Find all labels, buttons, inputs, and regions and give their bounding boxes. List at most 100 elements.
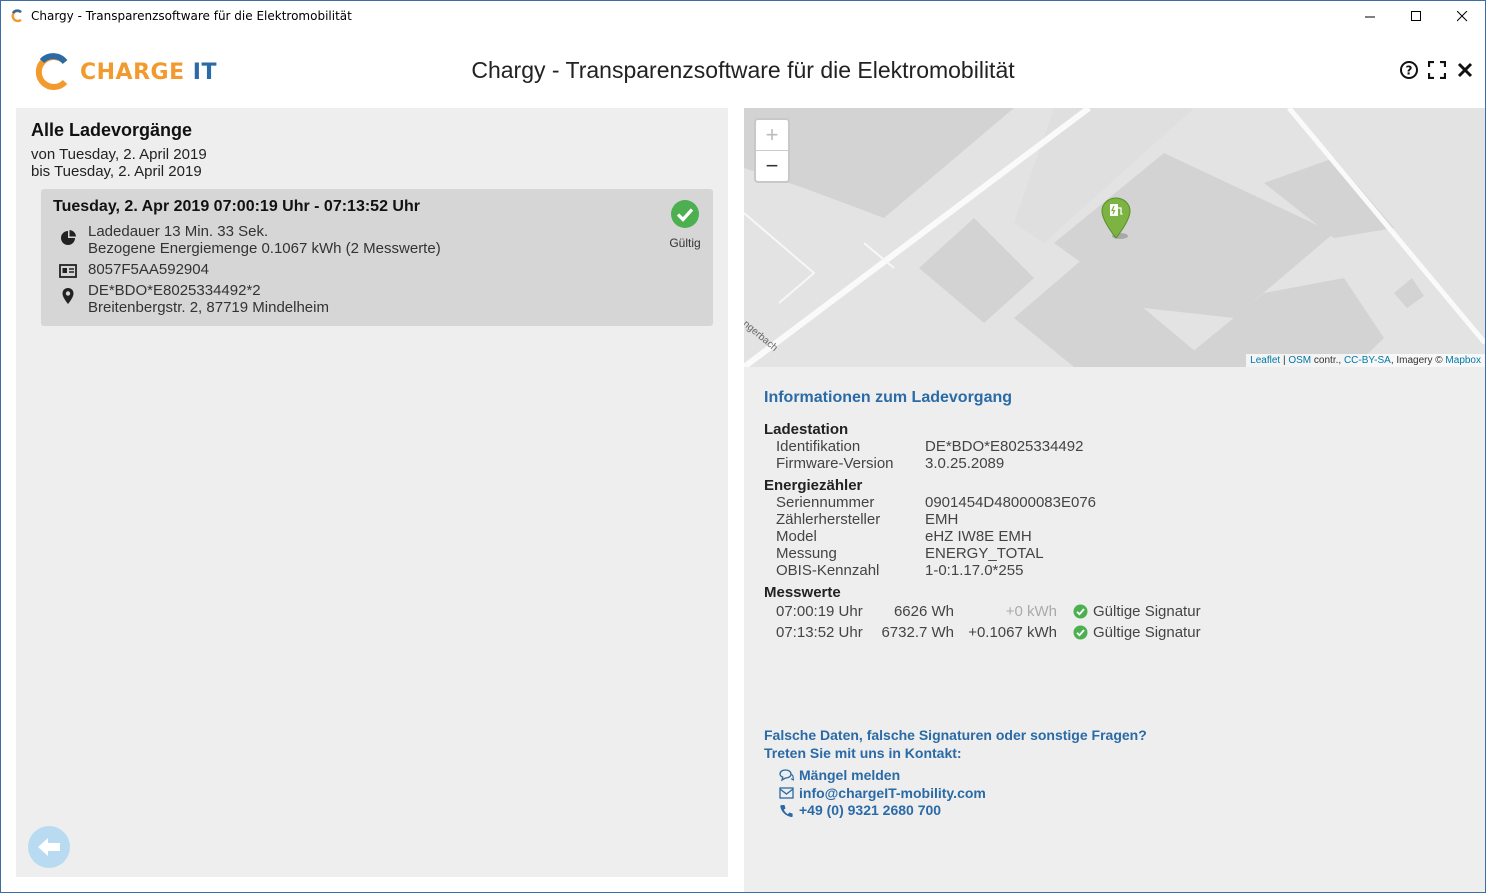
contact-line-1: Falsche Daten, falsche Signaturen oder s… — [764, 727, 1147, 743]
measurement-time: 07:00:19 Uhr — [776, 603, 863, 620]
arrow-left-icon — [38, 838, 60, 856]
app-icon — [11, 9, 22, 23]
session-info: Ladestation Identifikation DE*BDO*E80253… — [764, 421, 1201, 643]
contact-line-2: Treten Sie mit uns in Kontakt: — [764, 745, 962, 761]
session-title: Tuesday, 2. Apr 2019 07:00:19 Uhr - 07:1… — [53, 198, 420, 215]
signature-label: Gültige Signatur — [1093, 603, 1201, 620]
maximize-icon — [1410, 11, 1421, 21]
help-icon: ? — [1400, 61, 1418, 79]
minimize-button[interactable] — [1347, 1, 1393, 32]
station-id-label: Identifikation — [776, 438, 861, 455]
measurement-delta: +0 kWh — [1005, 603, 1057, 620]
mapbox-link[interactable]: Mapbox — [1445, 355, 1481, 366]
session-location: DE*BDO*E8025334492*2 Breitenbergstr. 2, … — [88, 282, 329, 316]
validity-badge: Gültig — [669, 199, 701, 250]
contact-links: Mängel melden info@chargeIT-mobility.com… — [779, 767, 986, 820]
date-to: bis Tuesday, 2. April 2019 — [31, 163, 202, 180]
meter-model-value: eHZ IW8E EMH — [925, 528, 1032, 545]
measurement-row: 07:13:52 Uhr 6732.7 Wh +0.1067 kWh Gülti… — [764, 622, 1201, 643]
measurement-delta: +0.1067 kWh — [968, 624, 1057, 641]
svg-text:?: ? — [1406, 64, 1413, 78]
meter-vendor-label: Zählerhersteller — [776, 511, 881, 528]
phone-icon — [780, 804, 793, 817]
map-attribution: Leaflet | OSM contr., CC-BY-SA, Imagery … — [1246, 354, 1485, 367]
session-auth-id: 8057F5AA592904 — [88, 261, 209, 278]
phone-label: +49 (0) 9321 2680 700 — [799, 802, 942, 818]
station-id-value: DE*BDO*E8025334492 — [925, 438, 1084, 455]
charging-station-marker-icon[interactable] — [1100, 196, 1132, 240]
app-header: CHARGE IT Chargy - Transparenzsoftware f… — [1, 32, 1485, 108]
zoom-in-button[interactable]: + — [756, 120, 788, 151]
station-firmware-row: Firmware-Version 3.0.25.2089 — [764, 455, 1201, 472]
signature-status[interactable]: Gültige Signatur — [1073, 603, 1201, 620]
date-from: von Tuesday, 2. April 2019 — [31, 146, 207, 163]
osm-link[interactable]: OSM — [1288, 355, 1311, 366]
session-evse-id: DE*BDO*E8025334492*2 — [88, 282, 261, 299]
location-map[interactable]: ngerbach + − Leaflet | OSM contr., CC-BY… — [744, 108, 1485, 367]
check-circle-icon — [1073, 625, 1088, 640]
measurement-time: 07:13:52 Uhr — [776, 624, 863, 641]
values-heading: Messwerte — [764, 584, 841, 601]
meter-obis-label: OBIS-Kennzahl — [776, 562, 880, 579]
email-label: info@chargeIT-mobility.com — [799, 784, 986, 801]
date-range: von Tuesday, 2. April 2019 bis Tuesday, … — [31, 146, 207, 180]
app-title: Chargy - Transparenzsoftware für die Ele… — [471, 57, 1015, 83]
close-icon — [1456, 11, 1467, 22]
comments-icon — [779, 769, 794, 782]
measurement-value: 6626 Wh — [893, 603, 954, 620]
sessions-panel: Alle Ladevorgänge von Tuesday, 2. April … — [16, 108, 728, 877]
app-window: Chargy - Transparenzsoftware für die Ele… — [0, 0, 1486, 893]
signature-label: Gültige Signatur — [1093, 624, 1201, 641]
meter-serial-row: Seriennummer 0901454D48000083E076 — [764, 494, 1201, 511]
session-duration: Ladedauer 13 Min. 33 Sek. — [88, 223, 269, 240]
leaflet-link[interactable]: Leaflet — [1250, 355, 1280, 366]
pie-chart-icon — [61, 230, 76, 245]
close-window-button[interactable] — [1439, 1, 1485, 32]
session-energy: Bezogene Energiemenge 0.1067 kWh (2 Mess… — [88, 240, 441, 257]
check-circle-icon — [1073, 604, 1088, 619]
meter-measurement-value: ENERGY_TOTAL — [925, 545, 1044, 562]
back-button[interactable] — [28, 826, 70, 868]
help-button[interactable]: ? — [1399, 60, 1419, 80]
close-icon — [1457, 62, 1473, 78]
id-card-icon — [59, 264, 77, 278]
session-address: Breitenbergstr. 2, 87719 Mindelheim — [88, 299, 329, 316]
validity-label: Gültig — [669, 236, 701, 250]
attribution-contr: contr., — [1311, 355, 1344, 366]
station-firmware-value: 3.0.25.2089 — [925, 455, 1005, 472]
header-actions: ? — [1399, 60, 1475, 80]
minimize-icon — [1364, 16, 1375, 18]
session-duration-energy: Ladedauer 13 Min. 33 Sek. Bezogene Energ… — [88, 223, 441, 257]
phone-link[interactable]: +49 (0) 9321 2680 700 — [779, 802, 986, 820]
meter-model-label: Model — [776, 528, 817, 545]
station-id-row: Identifikation DE*BDO*E8025334492 — [764, 438, 1201, 455]
meter-serial-label: Seriennummer — [776, 494, 875, 511]
station-firmware-label: Firmware-Version — [776, 455, 894, 472]
check-circle-icon — [671, 200, 699, 228]
license-link[interactable]: CC-BY-SA — [1344, 355, 1391, 366]
charging-session-card[interactable]: Tuesday, 2. Apr 2019 07:00:19 Uhr - 07:1… — [41, 189, 713, 326]
meter-measurement-row: Messung ENERGY_TOTAL — [764, 545, 1201, 562]
contact-intro: Falsche Daten, falsche Signaturen oder s… — [764, 726, 1147, 762]
info-title: Informationen zum Ladevorgang — [764, 389, 1013, 406]
attribution-imagery: , Imagery © — [1390, 355, 1446, 366]
station-heading: Ladestation — [764, 421, 849, 438]
meter-obis-value: 1-0:1.17.0*255 — [925, 562, 1024, 579]
zoom-out-button[interactable]: − — [756, 151, 788, 181]
maximize-button[interactable] — [1393, 1, 1439, 32]
meter-model-row: Model eHZ IW8E EMH — [764, 528, 1201, 545]
fullscreen-icon — [1428, 61, 1446, 79]
envelope-icon — [779, 787, 794, 799]
close-app-button[interactable] — [1455, 60, 1475, 80]
report-issue-link[interactable]: Mängel melden — [779, 767, 986, 785]
location-pin-icon — [62, 288, 74, 304]
email-link[interactable]: info@chargeIT-mobility.com — [779, 785, 986, 803]
measurement-value: 6732.7 Wh — [881, 624, 954, 641]
details-panel: ngerbach + − Leaflet | OSM contr., CC-BY… — [744, 108, 1485, 892]
fullscreen-button[interactable] — [1427, 60, 1447, 80]
signature-status[interactable]: Gültige Signatur — [1073, 624, 1201, 641]
meter-obis-row: OBIS-Kennzahl 1-0:1.17.0*255 — [764, 562, 1201, 579]
meter-measurement-label: Messung — [776, 545, 837, 562]
meter-serial-value: 0901454D48000083E076 — [925, 494, 1096, 511]
map-zoom-control: + − — [754, 118, 790, 183]
